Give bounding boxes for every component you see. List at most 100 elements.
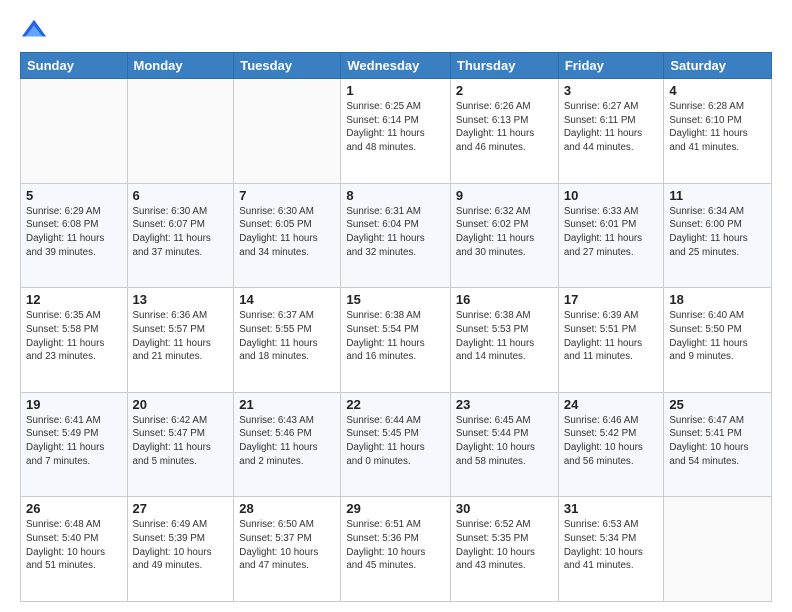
day-info: Sunrise: 6:49 AMSunset: 5:39 PMDaylight:…	[133, 518, 229, 573]
page: SundayMondayTuesdayWednesdayThursdayFrid…	[0, 0, 792, 612]
day-number: 11	[669, 188, 766, 203]
day-number: 17	[564, 292, 659, 307]
weekday-header-wednesday: Wednesday	[341, 53, 451, 79]
day-cell: 25 Sunrise: 6:47 AMSunset: 5:41 PMDayligh…	[664, 392, 772, 497]
day-cell: 14 Sunrise: 6:37 AMSunset: 5:55 PMDayligh…	[234, 288, 341, 393]
day-number: 19	[26, 397, 122, 412]
day-info: Sunrise: 6:48 AMSunset: 5:40 PMDaylight:…	[26, 518, 122, 573]
day-info: Sunrise: 6:46 AMSunset: 5:42 PMDaylight:…	[564, 414, 659, 469]
day-info: Sunrise: 6:38 AMSunset: 5:53 PMDaylight:…	[456, 309, 553, 364]
day-number: 25	[669, 397, 766, 412]
day-cell	[127, 79, 234, 184]
logo	[20, 16, 52, 44]
day-info: Sunrise: 6:26 AMSunset: 6:13 PMDaylight:…	[456, 100, 553, 155]
day-info: Sunrise: 6:44 AMSunset: 5:45 PMDaylight:…	[346, 414, 445, 469]
weekday-header-thursday: Thursday	[450, 53, 558, 79]
day-cell: 3Sunrise: 6:27 AMSunset: 6:11 PMDaylight…	[558, 79, 664, 184]
day-info: Sunrise: 6:40 AMSunset: 5:50 PMDaylight:…	[669, 309, 766, 364]
day-cell: 22 Sunrise: 6:44 AMSunset: 5:45 PMDayligh…	[341, 392, 451, 497]
day-info: Sunrise: 6:32 AMSunset: 6:02 PMDaylight:…	[456, 205, 553, 260]
day-number: 23	[456, 397, 553, 412]
day-number: 13	[133, 292, 229, 307]
day-cell: 9 Sunrise: 6:32 AMSunset: 6:02 PMDaylight…	[450, 183, 558, 288]
day-number: 30	[456, 501, 553, 516]
weekday-header-sunday: Sunday	[21, 53, 128, 79]
day-info: Sunrise: 6:47 AMSunset: 5:41 PMDaylight:…	[669, 414, 766, 469]
week-row-5: 26 Sunrise: 6:48 AMSunset: 5:40 PMDayligh…	[21, 497, 772, 602]
day-cell: 24 Sunrise: 6:46 AMSunset: 5:42 PMDayligh…	[558, 392, 664, 497]
day-cell	[234, 79, 341, 184]
day-cell: 6 Sunrise: 6:30 AMSunset: 6:07 PMDaylight…	[127, 183, 234, 288]
day-number: 7	[239, 188, 335, 203]
day-info: Sunrise: 6:30 AMSunset: 6:07 PMDaylight:…	[133, 205, 229, 260]
day-info: Sunrise: 6:42 AMSunset: 5:47 PMDaylight:…	[133, 414, 229, 469]
day-cell: 30 Sunrise: 6:52 AMSunset: 5:35 PMDayligh…	[450, 497, 558, 602]
day-number: 12	[26, 292, 122, 307]
day-info: Sunrise: 6:39 AMSunset: 5:51 PMDaylight:…	[564, 309, 659, 364]
day-cell: 29 Sunrise: 6:51 AMSunset: 5:36 PMDayligh…	[341, 497, 451, 602]
day-info: Sunrise: 6:33 AMSunset: 6:01 PMDaylight:…	[564, 205, 659, 260]
day-number: 28	[239, 501, 335, 516]
day-cell: 21Sunrise: 6:43 AMSunset: 5:46 PMDayligh…	[234, 392, 341, 497]
day-info: Sunrise: 6:31 AMSunset: 6:04 PMDaylight:…	[346, 205, 445, 260]
week-row-2: 5 Sunrise: 6:29 AMSunset: 6:08 PMDaylight…	[21, 183, 772, 288]
day-cell: 4 Sunrise: 6:28 AMSunset: 6:10 PMDaylight…	[664, 79, 772, 184]
day-number: 1	[346, 83, 445, 98]
day-number: 18	[669, 292, 766, 307]
day-info: Sunrise: 6:29 AMSunset: 6:08 PMDaylight:…	[26, 205, 122, 260]
weekday-header-row: SundayMondayTuesdayWednesdayThursdayFrid…	[21, 53, 772, 79]
day-number: 16	[456, 292, 553, 307]
day-cell: 11Sunrise: 6:34 AMSunset: 6:00 PMDayligh…	[664, 183, 772, 288]
day-info: Sunrise: 6:45 AMSunset: 5:44 PMDaylight:…	[456, 414, 553, 469]
day-cell	[21, 79, 128, 184]
week-row-3: 12 Sunrise: 6:35 AMSunset: 5:58 PMDayligh…	[21, 288, 772, 393]
week-row-4: 19 Sunrise: 6:41 AMSunset: 5:49 PMDayligh…	[21, 392, 772, 497]
day-info: Sunrise: 6:43 AMSunset: 5:46 PMDaylight:…	[239, 414, 335, 469]
day-info: Sunrise: 6:28 AMSunset: 6:10 PMDaylight:…	[669, 100, 766, 155]
day-number: 3	[564, 83, 659, 98]
day-number: 27	[133, 501, 229, 516]
day-cell: 5 Sunrise: 6:29 AMSunset: 6:08 PMDaylight…	[21, 183, 128, 288]
day-cell: 28 Sunrise: 6:50 AMSunset: 5:37 PMDayligh…	[234, 497, 341, 602]
day-number: 20	[133, 397, 229, 412]
day-number: 8	[346, 188, 445, 203]
day-number: 14	[239, 292, 335, 307]
day-number: 24	[564, 397, 659, 412]
day-info: Sunrise: 6:37 AMSunset: 5:55 PMDaylight:…	[239, 309, 335, 364]
day-number: 29	[346, 501, 445, 516]
day-cell: 26 Sunrise: 6:48 AMSunset: 5:40 PMDayligh…	[21, 497, 128, 602]
day-cell: 18 Sunrise: 6:40 AMSunset: 5:50 PMDayligh…	[664, 288, 772, 393]
day-cell: 17 Sunrise: 6:39 AMSunset: 5:51 PMDayligh…	[558, 288, 664, 393]
day-cell: 23 Sunrise: 6:45 AMSunset: 5:44 PMDayligh…	[450, 392, 558, 497]
day-number: 2	[456, 83, 553, 98]
weekday-header-tuesday: Tuesday	[234, 53, 341, 79]
day-info: Sunrise: 6:50 AMSunset: 5:37 PMDaylight:…	[239, 518, 335, 573]
day-cell: 20 Sunrise: 6:42 AMSunset: 5:47 PMDayligh…	[127, 392, 234, 497]
day-info: Sunrise: 6:36 AMSunset: 5:57 PMDaylight:…	[133, 309, 229, 364]
day-number: 10	[564, 188, 659, 203]
day-cell: 7Sunrise: 6:30 AMSunset: 6:05 PMDaylight…	[234, 183, 341, 288]
day-info: Sunrise: 6:38 AMSunset: 5:54 PMDaylight:…	[346, 309, 445, 364]
day-info: Sunrise: 6:52 AMSunset: 5:35 PMDaylight:…	[456, 518, 553, 573]
day-number: 9	[456, 188, 553, 203]
day-info: Sunrise: 6:51 AMSunset: 5:36 PMDaylight:…	[346, 518, 445, 573]
day-cell: 19 Sunrise: 6:41 AMSunset: 5:49 PMDayligh…	[21, 392, 128, 497]
day-number: 4	[669, 83, 766, 98]
day-info: Sunrise: 6:35 AMSunset: 5:58 PMDaylight:…	[26, 309, 122, 364]
day-number: 22	[346, 397, 445, 412]
day-number: 26	[26, 501, 122, 516]
day-cell: 10 Sunrise: 6:33 AMSunset: 6:01 PMDayligh…	[558, 183, 664, 288]
weekday-header-saturday: Saturday	[664, 53, 772, 79]
day-number: 31	[564, 501, 659, 516]
day-cell: 31Sunrise: 6:53 AMSunset: 5:34 PMDayligh…	[558, 497, 664, 602]
day-cell: 27 Sunrise: 6:49 AMSunset: 5:39 PMDayligh…	[127, 497, 234, 602]
day-info: Sunrise: 6:25 AMSunset: 6:14 PMDaylight:…	[346, 100, 445, 155]
day-number: 5	[26, 188, 122, 203]
day-cell	[664, 497, 772, 602]
day-cell: 13 Sunrise: 6:36 AMSunset: 5:57 PMDayligh…	[127, 288, 234, 393]
day-cell: 2 Sunrise: 6:26 AMSunset: 6:13 PMDaylight…	[450, 79, 558, 184]
day-cell: 8 Sunrise: 6:31 AMSunset: 6:04 PMDaylight…	[341, 183, 451, 288]
day-number: 6	[133, 188, 229, 203]
day-cell: 12 Sunrise: 6:35 AMSunset: 5:58 PMDayligh…	[21, 288, 128, 393]
day-info: Sunrise: 6:41 AMSunset: 5:49 PMDaylight:…	[26, 414, 122, 469]
